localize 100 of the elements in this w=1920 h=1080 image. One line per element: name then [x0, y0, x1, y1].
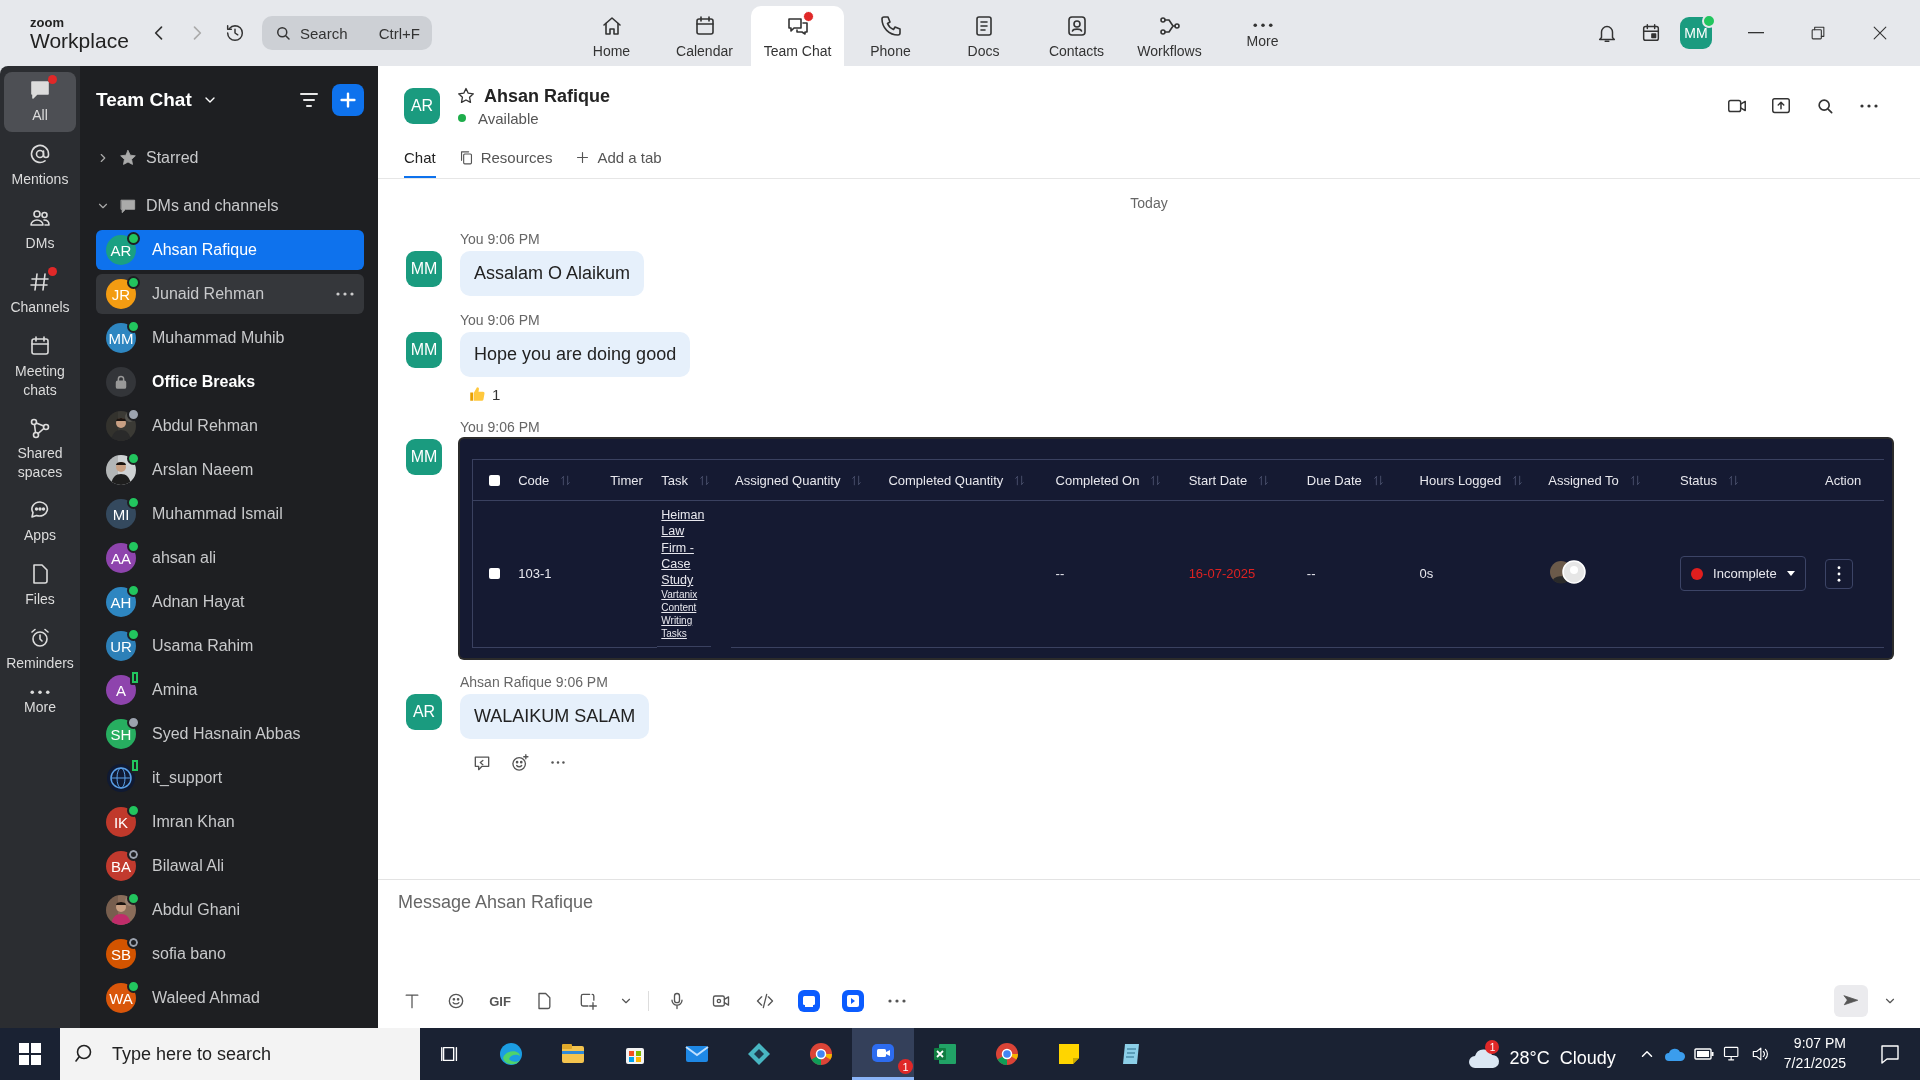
logo-wordmark-small: zoom	[30, 15, 65, 29]
avatar: MM	[406, 439, 442, 475]
table-cell: 0s	[1419, 566, 1434, 582]
contact-item[interactable]: AR Ahsan Rafique	[96, 230, 364, 270]
rail-item[interactable]: All	[4, 72, 76, 132]
task-link[interactable]: Heiman Law Firm - Case Study	[661, 507, 708, 589]
search-placeholder: Type here to search	[112, 1043, 272, 1065]
new-chat-button[interactable]	[332, 84, 364, 116]
contact-item[interactable]: MM Muhammad Muhib	[96, 318, 364, 358]
chat-tab[interactable]: Resources	[457, 149, 553, 178]
contact-item[interactable]: A Amina	[96, 670, 364, 710]
contact-item[interactable]: Arslan Naeem	[96, 450, 364, 490]
contact-item[interactable]: MI Muhammad Ismail	[96, 494, 364, 534]
column-header[interactable]: Completed Quantity	[888, 473, 1048, 488]
contact-item[interactable]: it_support	[96, 758, 364, 798]
weather-text: 28°C Cloudy	[1509, 1047, 1616, 1069]
battery-icon[interactable]	[1693, 1047, 1714, 1061]
avatar: AR	[404, 88, 440, 124]
nav-tab[interactable]: Team Chat	[751, 6, 844, 66]
contact-name: Waleed Ahmad	[152, 989, 260, 1007]
at-sign-icon	[28, 142, 52, 166]
message-time: 9:06 PM	[487, 312, 540, 328]
screenshot-icon	[578, 991, 598, 1011]
contact-item[interactable]: IK Imran Khan	[96, 802, 364, 842]
rail-item[interactable]: Reminders	[4, 619, 76, 680]
rail-item[interactable]: Channels	[4, 264, 76, 324]
clock[interactable]: 9:07 PM 7/21/2025	[1783, 1034, 1846, 1074]
actions-menu-button[interactable]	[1825, 558, 1853, 589]
more-icon	[30, 689, 50, 694]
column-header[interactable]: Hours Logged	[1419, 473, 1541, 488]
contact-item[interactable]: Abdul Rehman	[96, 406, 364, 446]
nav-tab[interactable]: Calendar	[658, 6, 751, 66]
section-header[interactable]: Starred	[96, 134, 364, 182]
avatar: IK	[106, 807, 136, 837]
rail-item[interactable]: Meeting chats	[4, 328, 76, 406]
rail-item[interactable]: Files	[4, 555, 76, 616]
nav-tab[interactable]: Workflows	[1123, 6, 1216, 66]
history-icon	[224, 22, 246, 44]
add-tab-button[interactable]: Add a tab	[574, 149, 662, 178]
status-dot	[1691, 567, 1704, 580]
column-header[interactable]: Assigned Quantity	[734, 473, 881, 488]
calendar-icon	[1640, 22, 1662, 44]
contact-name: Muhammad Muhib	[152, 329, 285, 347]
contact-item[interactable]: UR Usama Rahim	[96, 626, 364, 666]
caret-icon	[1786, 570, 1795, 577]
rail-item[interactable]: DMs	[4, 200, 76, 260]
weather-widget[interactable]: 1 28°C Cloudy	[1467, 1034, 1616, 1074]
contact-name: sofia bano	[152, 945, 226, 963]
contact-item[interactable]: SH Syed Hasnain Abbas	[96, 714, 364, 754]
team-chat-dropdown[interactable]: Team Chat	[96, 89, 218, 111]
notification-badge: 1	[1485, 1040, 1500, 1054]
column-header[interactable]: Status	[1680, 473, 1817, 488]
message-input-field[interactable]: Message Ahsan Rafique	[396, 880, 1900, 980]
message-bubble: WALAIKUM SALAM	[460, 693, 650, 739]
search-icon	[274, 24, 292, 42]
column-header[interactable]: Assigned To	[1548, 473, 1673, 488]
chat-tab[interactable]: Chat	[404, 149, 436, 178]
contact-item[interactable]: SB sofia bano	[96, 934, 364, 974]
checkbox[interactable]	[489, 568, 500, 580]
send-button[interactable]	[1834, 985, 1868, 1017]
contact-item[interactable]: AA ahsan ali	[96, 538, 364, 578]
browser-icon[interactable]	[497, 1040, 525, 1068]
section-header[interactable]: DMs and channels	[96, 182, 364, 230]
column-header[interactable]: Task	[661, 473, 727, 488]
project-link[interactable]: Vartanix Content Writing Tasks	[661, 588, 708, 641]
avatar: AR	[406, 693, 442, 730]
checkbox[interactable]	[489, 475, 500, 486]
nav-tab[interactable]: Home	[565, 6, 658, 66]
rail-item[interactable]: Apps	[4, 491, 76, 552]
rail-item[interactable]: Shared spaces	[4, 409, 76, 488]
contact-item[interactable]: AH Adnan Hayat	[96, 582, 364, 622]
rail-item[interactable]: More	[4, 683, 76, 744]
gif-button[interactable]: GIF	[484, 985, 516, 1017]
contact-item[interactable]: Abdul Ghani	[96, 890, 364, 930]
reaction-chip[interactable]: 1	[460, 377, 509, 403]
chat-title: Ahsan Rafique	[484, 85, 611, 107]
nav-tab[interactable]: Phone	[844, 6, 937, 66]
column-header[interactable]: Start Date	[1188, 473, 1299, 488]
nav-tab[interactable]: Docs	[937, 6, 1030, 66]
table-cell: --	[1306, 566, 1316, 582]
more-icon[interactable]	[336, 292, 354, 296]
message-bubble: Assalam O Alaikum	[460, 251, 645, 296]
contact-item[interactable]: WA Waleed Ahmad	[96, 978, 364, 1018]
nav-tab[interactable]: Contacts	[1030, 6, 1123, 66]
contact-item[interactable]: Office Breaks	[96, 362, 364, 402]
nav-tab[interactable]: More	[1216, 6, 1309, 66]
taskbar-search-field[interactable]: Type here to search	[60, 1028, 420, 1080]
rail-item[interactable]: Mentions	[4, 136, 76, 196]
cloud-storage-icon[interactable]	[1663, 1046, 1686, 1062]
taskbar-app-button[interactable]: 1	[852, 1028, 914, 1080]
presence-status: Available	[478, 109, 539, 127]
avatar: WA	[106, 983, 136, 1013]
column-header[interactable]: Code	[518, 473, 603, 488]
status-dropdown[interactable]: Incomplete	[1680, 556, 1806, 592]
contact-item[interactable]: JR Junaid Rehman	[96, 274, 364, 314]
column-header[interactable]: Due Date	[1306, 473, 1412, 488]
star-outline-icon[interactable]	[456, 86, 476, 106]
search-field[interactable]: Search Ctrl+F	[262, 16, 432, 50]
contact-item[interactable]: BA Bilawal Ali	[96, 846, 364, 886]
column-header[interactable]: Completed On	[1055, 473, 1181, 488]
